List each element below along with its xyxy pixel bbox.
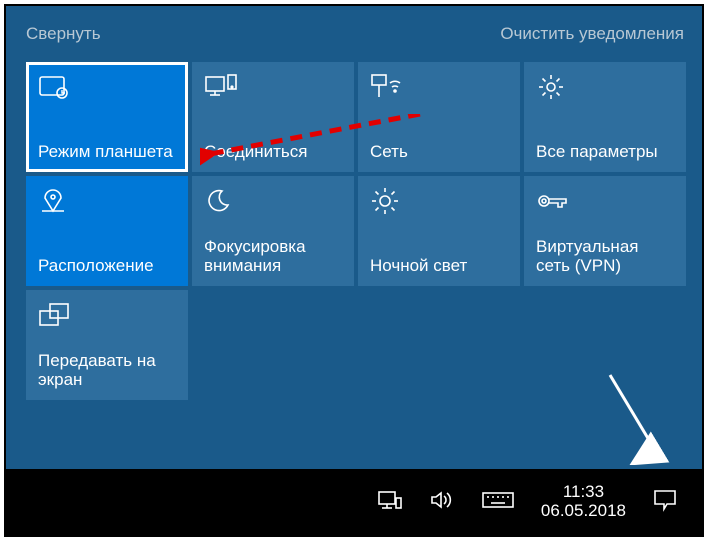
tile-label: Соединиться (204, 142, 344, 162)
tile-vpn[interactable]: Виртуальная сеть (VPN) (524, 176, 686, 286)
quick-actions-grid: Режим планшета Соединиться Сеть Все парамет… (26, 62, 684, 400)
tile-label: Виртуальная сеть (VPN) (536, 237, 676, 276)
tile-label: Ночной свет (370, 256, 510, 276)
location-icon (38, 186, 178, 216)
vpn-icon (536, 186, 676, 216)
taskbar: 11:33 06.05.2018 (6, 469, 702, 535)
action-center-panel: Свернуть Очистить уведомления Режим план… (6, 6, 702, 469)
tile-label: Все параметры (536, 142, 676, 162)
network-icon (370, 72, 510, 102)
tile-location[interactable]: Расположение (26, 176, 188, 286)
network-tray-icon[interactable] (377, 489, 403, 516)
project-icon (38, 300, 178, 330)
tile-label: Режим планшета (38, 142, 178, 162)
taskbar-clock[interactable]: 11:33 06.05.2018 (541, 483, 626, 520)
tile-label: Передавать на экран (38, 351, 178, 390)
connect-icon (204, 72, 344, 102)
tile-label: Фокусировка внимания (204, 237, 344, 276)
moon-icon (204, 186, 344, 216)
tile-network[interactable]: Сеть (358, 62, 520, 172)
clear-notifications-link[interactable]: Очистить уведомления (500, 24, 684, 44)
tile-project[interactable]: Передавать на экран (26, 290, 188, 400)
settings-icon (536, 72, 676, 102)
tile-all-settings[interactable]: Все параметры (524, 62, 686, 172)
tile-night-light[interactable]: Ночной свет (358, 176, 520, 286)
tile-label: Сеть (370, 142, 510, 162)
sun-icon (370, 186, 510, 216)
keyboard-tray-icon[interactable] (481, 489, 515, 516)
tablet-mode-icon (38, 72, 178, 102)
tile-label: Расположение (38, 256, 178, 276)
action-center-tray-icon[interactable] (652, 488, 678, 517)
collapse-link[interactable]: Свернуть (26, 24, 101, 44)
clock-time: 11:33 (541, 483, 626, 502)
tile-tablet-mode[interactable]: Режим планшета (26, 62, 188, 172)
tile-connect[interactable]: Соединиться (192, 62, 354, 172)
tile-focus-assist[interactable]: Фокусировка внимания (192, 176, 354, 286)
volume-tray-icon[interactable] (429, 489, 455, 516)
clock-date: 06.05.2018 (541, 502, 626, 521)
